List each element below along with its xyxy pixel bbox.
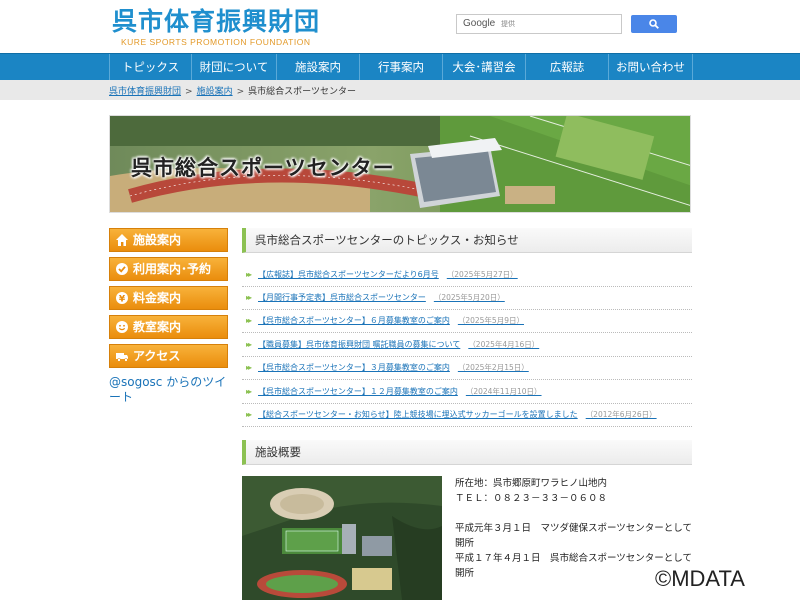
search-icon	[649, 19, 659, 29]
breadcrumb-separator: >	[185, 87, 193, 97]
yen-icon: ¥	[116, 292, 128, 305]
breadcrumb-current: 呉市総合スポーツセンター	[248, 87, 356, 97]
list-item: ▸▸ 【呉市総合スポーツセンター】３月募集教室のご案内 （2025年2月15日）	[242, 357, 692, 380]
truck-icon	[116, 353, 128, 362]
svg-text:¥: ¥	[119, 295, 126, 305]
nav-item-facilities[interactable]: 施設案内	[276, 54, 359, 81]
search-placeholder: 提供	[501, 20, 515, 28]
home-icon	[116, 234, 128, 246]
watermark: ©MDATA	[655, 566, 745, 591]
sidebar-item-label: 施設案内	[133, 233, 182, 247]
topic-link[interactable]: 【月間行事予定表】呉市総合スポーツセンター （2025年5月20日）	[258, 287, 505, 309]
arrow-icon: ▸▸	[246, 340, 252, 349]
arrow-icon: ▸▸	[246, 387, 252, 396]
sidebar-item-label: 教室案内	[133, 320, 182, 334]
topic-date: （2012年6月26日）	[585, 410, 657, 419]
list-item: ▸▸ 【月間行事予定表】呉市総合スポーツセンター （2025年5月20日）	[242, 287, 692, 310]
topic-date: （2025年4月16日）	[468, 340, 540, 349]
list-item: ▸▸ 【広報誌】呉市総合スポーツセンターだより6月号 （2025年5月27日）	[242, 264, 692, 287]
topic-link[interactable]: 【広報誌】呉市総合スポーツセンターだより6月号 （2025年5月27日）	[258, 264, 518, 286]
topic-date: （2025年5月27日）	[446, 270, 518, 279]
topics-heading: 呉市総合スポーツセンターのトピックス・お知らせ	[242, 228, 692, 253]
sidebar-item-fees[interactable]: ¥ 料金案内	[109, 286, 228, 310]
breadcrumb-home[interactable]: 呉市体育振興財団	[109, 87, 181, 97]
topic-date: （2025年2月15日）	[457, 363, 529, 372]
breadcrumb-facilities[interactable]: 施設案内	[197, 87, 233, 97]
arrow-icon: ▸▸	[246, 293, 252, 302]
topic-date: （2024年11月10日）	[465, 387, 542, 396]
topic-link[interactable]: 【職員募集】呉市体育振興財団 嘱託職員の募集について （2025年4月16日）	[258, 334, 539, 356]
arrow-icon: ▸▸	[246, 316, 252, 325]
twitter-timeline-link[interactable]: @sogosc からのツイート	[109, 375, 234, 405]
arrow-icon: ▸▸	[246, 363, 252, 372]
aerial-photo	[242, 476, 442, 600]
facility-history: 平成元年３月１日 マツダ健保スポーツセンターとして開所	[455, 523, 693, 549]
overview-heading: 施設概要	[242, 440, 692, 465]
banner-title: 呉市総合スポーツセンター	[131, 156, 395, 180]
facility-tel: ＴＥＬ：０８２３－３３－０６０８	[455, 493, 608, 504]
nav-item-newsletter[interactable]: 広報誌	[525, 54, 608, 81]
sidebar-item-label: アクセス	[133, 349, 181, 363]
site-logo[interactable]: 呉市体育振興財団	[112, 7, 320, 37]
google-label: Google	[463, 18, 496, 29]
sidebar-item-label: 利用案内･予約	[133, 262, 212, 276]
sidebar-item-facility-info[interactable]: 施設案内	[109, 228, 228, 252]
sidebar-item-classes[interactable]: 教室案内	[109, 315, 228, 339]
sidebar-item-label: 料金案内	[133, 291, 182, 305]
breadcrumb-separator: >	[236, 87, 245, 97]
nav-item-events[interactable]: 行事案内	[359, 54, 442, 81]
topic-link[interactable]: 【呉市総合スポーツセンター】６月募集教室のご案内 （2025年5月9日）	[258, 310, 524, 332]
breadcrumb: 呉市体育振興財団 > 施設案内 > 呉市総合スポーツセンター	[0, 80, 800, 100]
topic-date: （2025年5月20日）	[433, 293, 505, 302]
site-header: 呉市体育振興財団 KURE SPORTS PROMOTION FOUNDATIO…	[0, 0, 800, 52]
topic-date: （2025年5月9日）	[457, 316, 524, 325]
nav-item-topics[interactable]: トピックス	[109, 54, 191, 81]
nav-item-contact[interactable]: お問い合わせ	[608, 54, 693, 81]
facility-banner: 呉市総合スポーツセンター	[109, 115, 691, 213]
list-item: ▸▸ 【職員募集】呉市体育振興財団 嘱託職員の募集について （2025年4月16日…	[242, 334, 692, 357]
list-item: ▸▸ 【呉市総合スポーツセンター】６月募集教室のご案内 （2025年5月9日）	[242, 310, 692, 333]
topic-link[interactable]: 【総合スポーツセンター・お知らせ】陸上競技場に埋込式サッカーゴールを設置しました…	[258, 404, 657, 426]
smiley-icon	[116, 321, 128, 333]
list-item: ▸▸ 【総合スポーツセンター・お知らせ】陸上競技場に埋込式サッカーゴールを設置し…	[242, 404, 692, 427]
nav-item-about[interactable]: 財団について	[191, 54, 276, 81]
facility-address: 所在地：呉市郷原町ワラヒノ山地内	[455, 478, 608, 489]
site-logo-subtitle: KURE SPORTS PROMOTION FOUNDATION	[121, 37, 311, 47]
sidebar-item-usage[interactable]: 利用案内･予約	[109, 257, 228, 281]
main-nav: トピックス 財団について 施設案内 行事案内 大会･講習会 広報誌 お問い合わせ	[0, 53, 800, 81]
search-button[interactable]	[631, 15, 677, 33]
search-input[interactable]: Google 提供	[456, 14, 622, 34]
arrow-icon: ▸▸	[246, 410, 252, 419]
aerial-photo-image	[242, 476, 442, 600]
arrow-icon: ▸▸	[246, 270, 252, 279]
nav-item-tournaments[interactable]: 大会･講習会	[442, 54, 525, 81]
topic-link[interactable]: 【呉市総合スポーツセンター】３月募集教室のご案内 （2025年2月15日）	[258, 357, 529, 379]
check-circle-icon	[116, 263, 128, 275]
topic-link[interactable]: 【呉市総合スポーツセンター】１２月募集教室のご案内 （2024年11月10日）	[258, 381, 542, 403]
sidebar-item-access[interactable]: アクセス	[109, 344, 228, 368]
list-item: ▸▸ 【呉市総合スポーツセンター】１２月募集教室のご案内 （2024年11月10日…	[242, 381, 692, 404]
